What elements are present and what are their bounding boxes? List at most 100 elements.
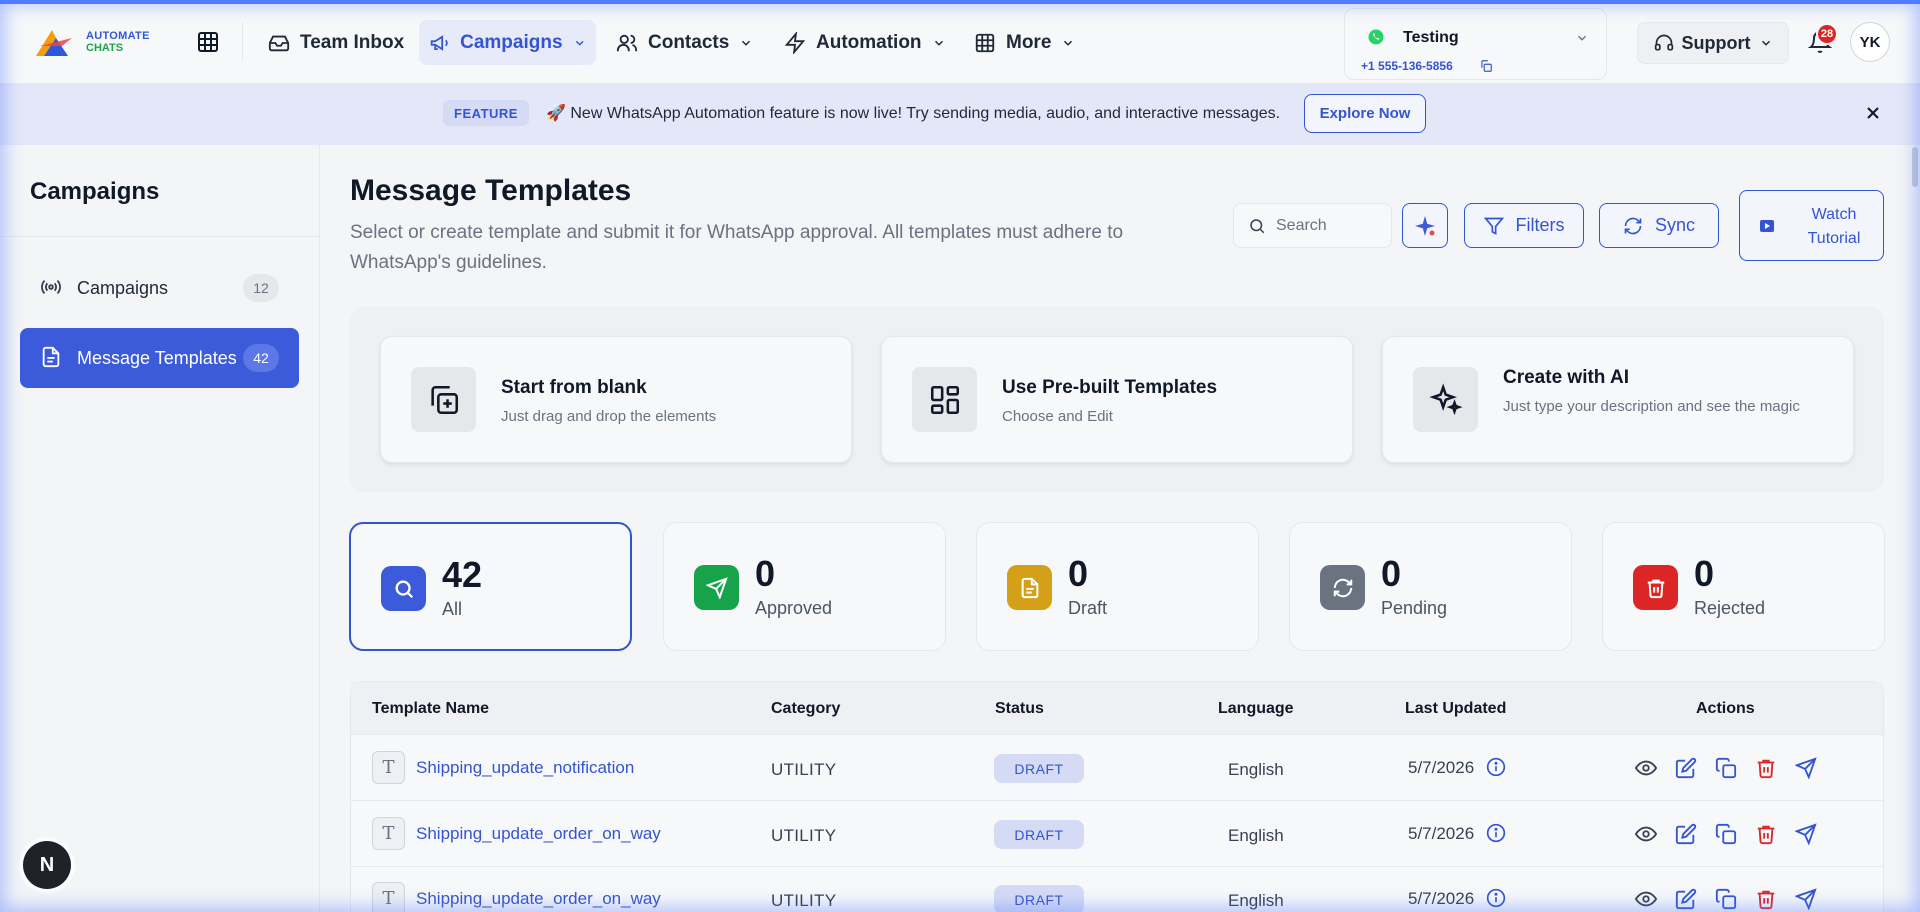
page-scrollbar[interactable] [1910, 145, 1920, 912]
stat-card-rejected[interactable]: 0 Rejected [1602, 522, 1885, 651]
start-from-blank-card[interactable]: Start from blank Just drag and drop the … [380, 336, 852, 463]
template-name-link[interactable]: Shipping_update_order_on_way [416, 824, 661, 844]
info-icon[interactable] [1486, 757, 1506, 777]
row-divider [351, 866, 1883, 867]
search-icon [395, 580, 413, 598]
template-language: English [1228, 760, 1284, 779]
sync-label: Sync [1654, 215, 1696, 235]
eye-icon[interactable] [1635, 888, 1657, 910]
card-subtitle: Just type your description and see the m… [1503, 398, 1800, 415]
search-input[interactable] [1276, 216, 1376, 235]
eye-icon[interactable] [1635, 757, 1657, 779]
stat-value: 0 [755, 553, 776, 594]
send-icon[interactable] [1795, 823, 1817, 845]
column-header[interactable]: Category [771, 700, 840, 718]
chevron-down-icon [1577, 35, 1587, 41]
card-subtitle: Choose and Edit [1002, 408, 1113, 425]
column-header[interactable]: Language [1218, 700, 1294, 718]
apps-grid-icon[interactable] [196, 30, 220, 54]
eye-icon[interactable] [1635, 823, 1657, 845]
column-header[interactable]: Last Updated [1405, 700, 1506, 718]
text-type-icon: T [372, 817, 405, 850]
send-icon[interactable] [1795, 888, 1817, 910]
stat-value: 0 [1694, 553, 1715, 594]
watch-tutorial-button[interactable]: Watch Tutorial [1739, 190, 1884, 261]
search-field[interactable] [1233, 203, 1392, 248]
stat-card-approved[interactable]: 0 Approved [663, 522, 946, 651]
stat-card-draft[interactable]: 0 Draft [976, 522, 1259, 651]
sparkles-icon [1428, 382, 1462, 415]
copy-icon[interactable] [1715, 823, 1737, 845]
support-button[interactable]: Support [1637, 22, 1789, 64]
text-type-icon: T [372, 882, 405, 912]
stat-label: Rejected [1694, 598, 1766, 618]
lightning-icon [784, 31, 806, 54]
template-category: UTILITY [771, 760, 837, 779]
info-icon[interactable] [1486, 823, 1506, 843]
sparkle-icon [1415, 215, 1435, 236]
delete-icon[interactable] [1755, 888, 1777, 910]
nav-contacts[interactable]: Contacts [606, 20, 763, 65]
account-name: Testing [1403, 29, 1459, 46]
megaphone-icon [430, 34, 448, 51]
filters-button[interactable]: Filters [1464, 203, 1584, 248]
template-category: UTILITY [771, 826, 837, 845]
page-subtitle: Select or create template and submit it … [350, 222, 1124, 273]
nav-campaigns[interactable]: Campaigns [419, 20, 596, 65]
layout-grid-icon [930, 385, 959, 414]
prebuilt-templates-card[interactable]: Use Pre-built Templates Choose and Edit [881, 336, 1353, 463]
card-subtitle: Just drag and drop the elements [501, 408, 717, 425]
dev-tools-badge[interactable]: N [23, 841, 71, 889]
edit-icon[interactable] [1675, 823, 1697, 845]
chevron-down-icon [742, 40, 751, 46]
avatar[interactable]: YK [1850, 22, 1890, 62]
copy-icon[interactable] [1715, 757, 1737, 779]
text-type-icon: T [372, 751, 405, 784]
nav-more-label: More [1006, 31, 1052, 53]
column-header: Actions [1696, 700, 1755, 717]
app-logo[interactable]: AUTOMATE CHATS [32, 24, 164, 60]
nav-automation[interactable]: Automation [774, 20, 956, 65]
filters-label: Filters [1515, 215, 1565, 235]
nav-automation-label: Automation [816, 31, 922, 53]
ai-sparkle-button[interactable] [1402, 203, 1448, 248]
template-name-link[interactable]: Shipping_update_order_on_way [416, 889, 661, 909]
delete-icon[interactable] [1755, 823, 1777, 845]
explore-now-button[interactable]: Explore Now [1304, 94, 1426, 133]
scrollbar-thumb[interactable] [1912, 147, 1918, 187]
column-header[interactable]: Status [995, 700, 1044, 718]
filter-icon [1483, 217, 1504, 235]
last-updated-date: 5/7/2026 [1408, 824, 1475, 843]
sync-button[interactable]: Sync [1599, 203, 1719, 248]
status-badge: DRAFT [994, 885, 1084, 912]
copy-icon[interactable] [1715, 888, 1737, 910]
template-name-link[interactable]: Shipping_update_notification [416, 758, 634, 778]
create-with-ai-card[interactable]: Create with AI Just type your descriptio… [1382, 336, 1854, 463]
card-title: Start from blank [501, 377, 647, 398]
sidebar-item-label: Message Templates [77, 347, 237, 368]
nav-more[interactable]: More [964, 20, 1085, 65]
watch-tutorial-label: Watch Tutorial [1807, 206, 1861, 247]
chevron-down-icon [1761, 40, 1770, 46]
sidebar-item-message-templates[interactable]: Message Templates 42 [20, 328, 299, 388]
edit-icon[interactable] [1675, 757, 1697, 779]
send-icon[interactable] [1795, 757, 1817, 779]
banner-message: 🚀 New WhatsApp Automation feature is now… [546, 105, 1281, 122]
info-icon[interactable] [1486, 888, 1506, 908]
close-icon[interactable] [1863, 103, 1883, 123]
logo-text-line2: CHATS [86, 42, 124, 54]
stat-value: 42 [442, 554, 483, 595]
template-category: UTILITY [771, 891, 837, 910]
sidebar-item-campaigns[interactable]: Campaigns 12 [20, 258, 299, 318]
edit-icon[interactable] [1675, 888, 1697, 910]
stat-card-pending[interactable]: 0 Pending [1289, 522, 1572, 651]
nav-team-inbox[interactable]: Team Inbox [258, 20, 414, 65]
nav-divider [242, 22, 243, 62]
column-header[interactable]: Template Name [372, 700, 489, 718]
delete-icon[interactable] [1755, 757, 1777, 779]
top-navbar: AUTOMATE CHATS Team Inbox Campaigns Cont… [0, 0, 1920, 84]
whatsapp-account-selector[interactable]: Testing +1 555-136-5856 [1344, 8, 1607, 80]
stat-card-all[interactable]: 42 All [349, 522, 632, 651]
copy-icon[interactable] [1479, 59, 1493, 73]
stat-value: 0 [1381, 553, 1402, 594]
